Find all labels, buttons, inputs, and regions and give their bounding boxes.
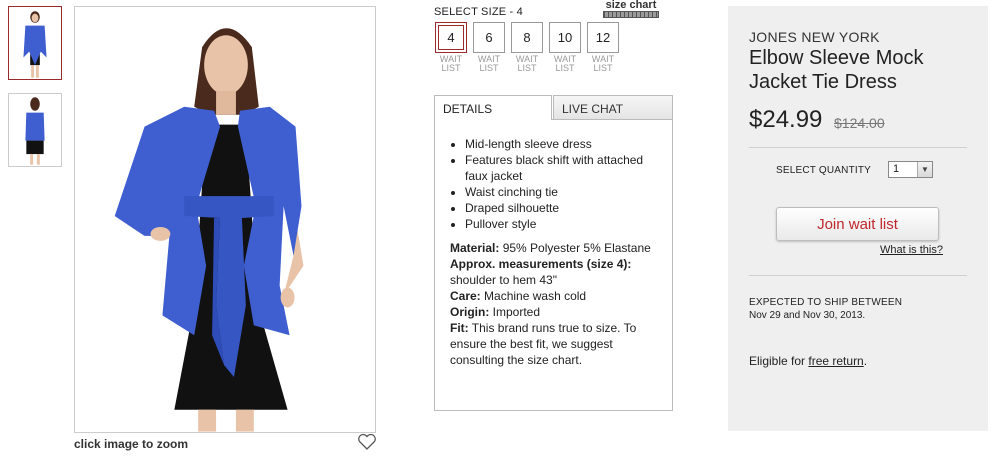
spec-care: Care: Machine wash cold [450,288,662,304]
size-value[interactable]: 8 [511,22,543,53]
feature-item: Features black shift with attached faux … [465,152,664,184]
spec-key: Approx. measurements (size 4): [450,257,632,271]
chevron-down-icon[interactable]: ▼ [917,162,932,177]
spec-measurements: Approx. measurements (size 4): shoulder … [450,256,662,288]
size-status: WAIT LIST [515,54,539,73]
spec-value: This brand runs true to size. To ensure … [450,321,637,367]
original-price: $124.00 [834,115,885,131]
size-status: WAIT LIST [553,54,577,73]
feature-list: Mid-length sleeve dress Features black s… [465,136,672,232]
spec-material: Material: 95% Polyester 5% Elastane [450,240,662,256]
heart-icon[interactable] [357,433,377,451]
spec-key: Origin: [450,305,490,319]
spec-value: shoulder to hem 43" [450,273,557,287]
size-option[interactable]: 10 WAIT LIST [549,22,581,73]
size-value[interactable]: 4 [435,22,467,53]
product-info-tabs: DETAILS LIVE CHAT Mid-length sleeve dres… [434,95,673,411]
spec-fit: Fit: This brand runs true to size. To en… [450,320,662,368]
thumbnail-front-image [9,7,61,79]
spec-list: Material: 95% Polyester 5% Elastane Appr… [450,240,672,368]
quantity-value: 1 [893,163,900,175]
size-label: SELECT SIZE - 4 [434,6,523,18]
size-status: WAIT LIST [591,54,615,73]
size-status: WAIT LIST [477,54,501,73]
feature-item: Waist cinching tie [465,184,664,200]
sale-price: $24.99 [749,106,823,133]
quantity-select[interactable]: 1 ▼ [888,161,933,178]
join-wait-list-button[interactable]: Join wait list [776,207,939,241]
brand-name: JONES NEW YORK [749,29,880,45]
spec-value: 95% Polyester 5% Elastane [502,241,651,255]
divider [749,275,967,276]
spec-value: Imported [492,305,541,319]
spec-value: Machine wash cold [484,289,587,303]
size-options: 4 WAIT LIST 6 WAIT LIST 8 WAIT LIST 10 W… [435,22,619,73]
ruler-icon [603,11,659,18]
ship-heading: EXPECTED TO SHIP BETWEEN [749,297,903,308]
feature-item: Mid-length sleeve dress [465,136,664,152]
tab-live-chat[interactable]: LIVE CHAT [553,95,673,120]
return-eligibility: Eligible for free return. [749,354,867,368]
thumbnail-back-image [9,94,61,166]
free-return-link[interactable]: free return [808,354,863,368]
tab-details[interactable]: DETAILS [434,95,552,120]
main-product-image[interactable] [74,6,376,433]
model-illustration [75,7,375,432]
size-value[interactable]: 6 [473,22,505,53]
size-value[interactable]: 12 [587,22,619,53]
size-status: WAIT LIST [439,54,463,73]
size-option[interactable]: 12 WAIT LIST [587,22,619,73]
size-chart-link[interactable]: size chart [603,0,659,18]
purchase-panel: JONES NEW YORK Elbow Sleeve Mock Jacket … [728,6,988,431]
spec-key: Care: [450,289,481,303]
quantity-label: SELECT QUANTITY [776,165,872,176]
divider [749,147,967,148]
eligible-suffix: . [863,354,868,368]
zoom-hint: click image to zoom [74,437,189,451]
thumbnail-front[interactable] [8,6,62,80]
size-value[interactable]: 10 [549,22,581,53]
spec-key: Material: [450,241,500,255]
spec-origin: Origin: Imported [450,304,662,320]
feature-item: Draped silhouette [465,200,664,216]
spec-key: Fit: [450,321,469,335]
ship-dates: Nov 29 and Nov 30, 2013. [749,310,866,321]
feature-item: Pullover style [465,216,664,232]
size-chart-label: size chart [605,0,657,11]
thumbnail-back[interactable] [8,93,62,167]
what-is-this-link[interactable]: What is this? [880,244,943,256]
product-title: Elbow Sleeve Mock Jacket Tie Dress [749,47,924,93]
details-panel: Mid-length sleeve dress Features black s… [434,119,673,411]
eligible-prefix: Eligible for [749,354,809,368]
size-option[interactable]: 4 WAIT LIST [435,22,467,73]
size-option[interactable]: 8 WAIT LIST [511,22,543,73]
size-option[interactable]: 6 WAIT LIST [473,22,505,73]
